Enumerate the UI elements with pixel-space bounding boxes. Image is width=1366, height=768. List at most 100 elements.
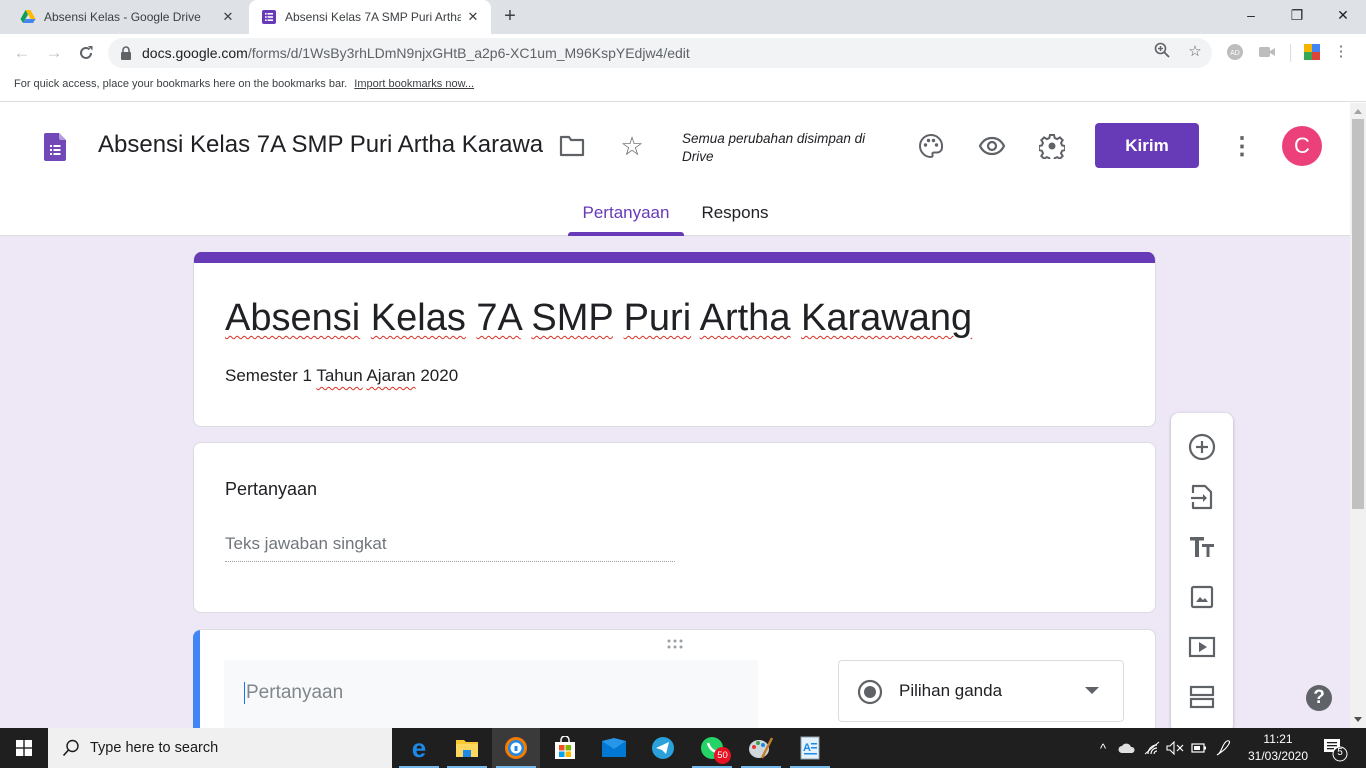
bookmarks-bar: For quick access, place your bookmarks h… <box>0 72 1366 102</box>
whatsapp-icon[interactable]: 50 <box>688 728 736 768</box>
paint-icon[interactable] <box>737 728 785 768</box>
mail-icon[interactable] <box>590 728 638 768</box>
browser-tab-drive[interactable]: Absensi Kelas - Google Drive ✕ <box>8 0 246 34</box>
desc-part: Semester 1 <box>225 366 317 385</box>
google-drive-icon <box>20 10 36 23</box>
close-window-button[interactable]: ✕ <box>1320 0 1366 30</box>
send-button[interactable]: Kirim <box>1095 123 1199 168</box>
dropdown-arrow-icon <box>1085 687 1099 694</box>
page-scrollbar[interactable] <box>1350 103 1366 728</box>
move-to-folder-icon[interactable] <box>557 131 587 161</box>
save-status: Semua perubahan disimpan di Drive <box>682 131 866 164</box>
add-video-icon[interactable] <box>1186 631 1218 663</box>
question-type-dropdown[interactable]: Pilihan ganda <box>838 660 1124 722</box>
forward-button[interactable]: → <box>41 40 67 66</box>
browser-tab-strip: Absensi Kelas - Google Drive ✕ Absensi K… <box>0 0 1366 34</box>
scroll-down-arrow[interactable] <box>1354 717 1362 722</box>
whatsapp-unread-badge: 50 <box>714 747 731 764</box>
title-word: Karawang <box>801 297 973 339</box>
tab-responses[interactable]: Respons <box>690 201 780 236</box>
active-card-indicator <box>193 630 200 728</box>
import-questions-icon[interactable] <box>1186 481 1218 513</box>
volume-muted-icon[interactable] <box>1164 728 1186 768</box>
taskbar-search[interactable]: Type here to search <box>48 728 392 768</box>
browser-menu-icon[interactable]: ⋮ <box>1331 42 1351 62</box>
camera-extension-icon[interactable] <box>1258 43 1276 61</box>
edge-icon[interactable]: e <box>395 728 443 768</box>
bookmarks-hint: For quick access, place your bookmarks h… <box>14 78 348 90</box>
new-tab-button[interactable]: + <box>498 4 522 28</box>
more-options-icon[interactable]: ⋮ <box>1227 131 1257 161</box>
forms-editor-page: Absensi Kelas 7A SMP Puri Artha Karawang… <box>0 103 1350 728</box>
adblock-icon[interactable]: AD <box>1226 43 1244 61</box>
zoom-icon[interactable] <box>1152 42 1172 62</box>
ms-store-icon[interactable] <box>541 728 589 768</box>
notifications-icon <box>1324 739 1348 762</box>
svg-text:AD: AD <box>1230 50 1240 57</box>
question-type-label: Pilihan ganda <box>899 681 1003 700</box>
import-bookmarks-link[interactable]: Import bookmarks now... <box>354 78 474 90</box>
help-button[interactable]: ? <box>1306 685 1332 711</box>
clock-time: 11:21 <box>1263 732 1293 746</box>
question-toolbar <box>1171 413 1233 728</box>
add-section-icon[interactable] <box>1186 681 1218 713</box>
question-card[interactable]: Pertanyaan Teks jawaban singkat <box>193 442 1156 613</box>
drag-handle-icon[interactable] <box>665 638 685 650</box>
address-bar[interactable]: docs.google.com/forms/d/1WsBy3rhLDmN9njx… <box>108 38 1212 68</box>
title-word: Absensi <box>225 297 361 339</box>
avast-browser-icon[interactable] <box>492 728 540 768</box>
title-word: Artha <box>699 297 791 339</box>
settings-gear-icon[interactable] <box>1037 131 1067 161</box>
add-title-icon[interactable] <box>1186 531 1218 563</box>
scroll-thumb[interactable] <box>1352 119 1364 509</box>
bookmark-star-icon[interactable]: ☆ <box>1185 42 1205 62</box>
close-tab-icon[interactable]: ✕ <box>461 9 485 25</box>
title-word: Puri <box>623 297 692 339</box>
svg-text:e: e <box>412 736 426 760</box>
system-clock[interactable]: 11:21 31/03/2020 <box>1236 731 1320 765</box>
battery-icon[interactable] <box>1188 728 1210 768</box>
tab-questions[interactable]: Pertanyaan <box>568 201 684 236</box>
show-hidden-icons[interactable]: ^ <box>1094 728 1112 768</box>
minimize-button[interactable]: – <box>1228 0 1274 30</box>
google-forms-logo-icon[interactable] <box>44 133 66 161</box>
radio-button-icon <box>857 679 883 705</box>
short-answer-placeholder: Teks jawaban singkat <box>225 534 675 562</box>
browser-tab-forms[interactable]: Absensi Kelas 7A SMP Puri Artha ✕ <box>249 0 491 34</box>
windows-taskbar: Type here to search e 50 A ^ 11:21 31/03… <box>0 728 1366 768</box>
question-label: Pertanyaan <box>225 479 318 499</box>
url-path: /forms/d/1WsBy3rhLDmN9njxGHtB_a2p6-XC1um… <box>247 45 690 61</box>
add-image-icon[interactable] <box>1186 581 1218 613</box>
scroll-up-arrow[interactable] <box>1354 109 1362 114</box>
close-tab-icon[interactable]: ✕ <box>216 9 240 25</box>
toolbar-divider <box>1290 44 1291 62</box>
preview-eye-icon[interactable] <box>977 131 1007 161</box>
document-title[interactable]: Absensi Kelas 7A SMP Puri Artha Karawang <box>98 131 543 159</box>
add-question-icon[interactable] <box>1186 431 1218 463</box>
wordpad-icon[interactable]: A <box>786 728 834 768</box>
question-title-input[interactable]: Pertanyaan <box>224 660 758 728</box>
back-button[interactable]: ← <box>9 40 35 66</box>
question-card-active[interactable]: Pertanyaan Pilihan ganda <box>193 629 1156 728</box>
avg-extension-icon[interactable] <box>1303 43 1321 61</box>
forms-header: Absensi Kelas 7A SMP Puri Artha Karawang… <box>0 103 1350 236</box>
question-placeholder: Pertanyaan <box>244 682 344 704</box>
file-explorer-icon[interactable] <box>443 728 491 768</box>
action-center-button[interactable]: 5 <box>1322 736 1348 762</box>
account-avatar[interactable]: C <box>1282 126 1322 166</box>
pen-workspace-icon[interactable] <box>1212 728 1234 768</box>
restore-button[interactable]: ❐ <box>1274 0 1320 30</box>
clock-date: 31/03/2020 <box>1247 749 1309 763</box>
form-title-card[interactable]: Absensi Kelas 7A SMP Puri Artha Karawang… <box>193 252 1156 427</box>
form-title[interactable]: Absensi Kelas 7A SMP Puri Artha Karawang <box>225 297 972 340</box>
form-description[interactable]: Semester 1 Tahun Ajaran 2020 <box>225 366 458 386</box>
palette-icon[interactable] <box>916 131 946 161</box>
notification-count: 5 <box>1337 747 1343 758</box>
reload-button[interactable] <box>73 40 99 66</box>
tab-title: Absensi Kelas - Google Drive <box>44 10 201 24</box>
start-button[interactable] <box>0 728 48 768</box>
wifi-icon[interactable] <box>1142 728 1162 768</box>
telegram-icon[interactable] <box>639 728 687 768</box>
onedrive-icon[interactable] <box>1116 728 1138 768</box>
star-icon[interactable]: ☆ <box>617 131 647 161</box>
